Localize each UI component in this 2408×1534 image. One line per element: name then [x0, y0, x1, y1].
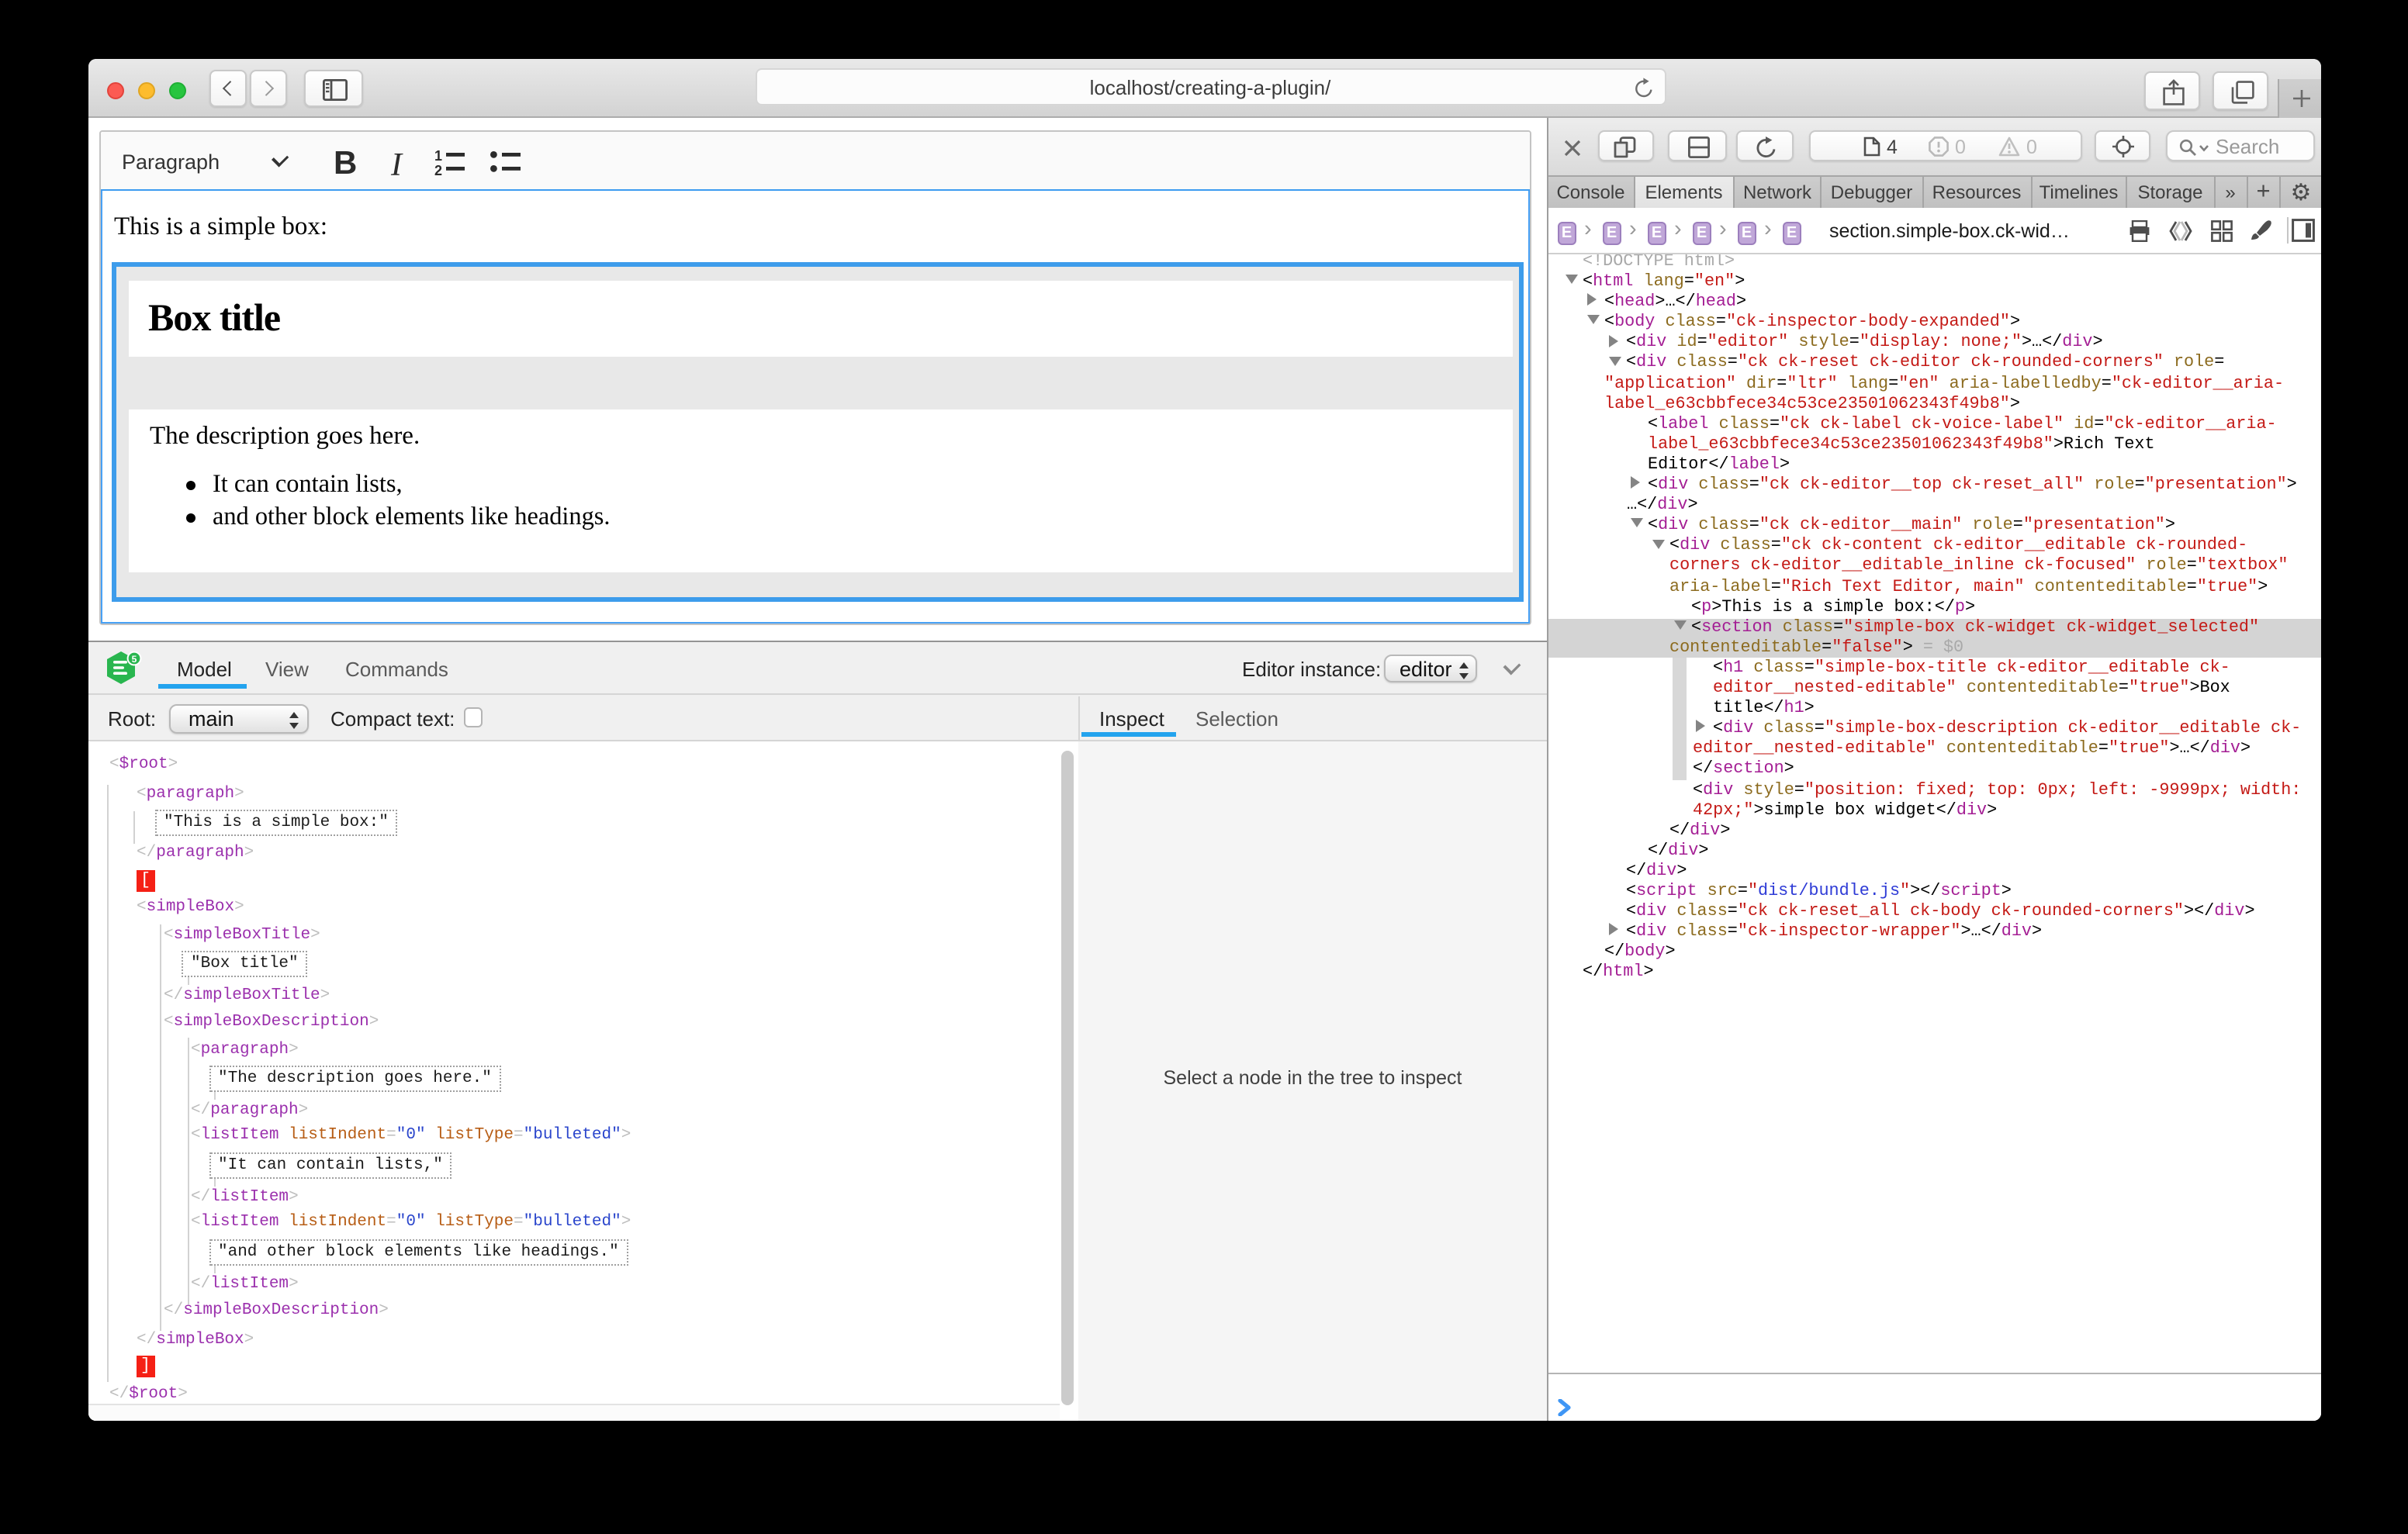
svg-text:1: 1: [434, 149, 442, 164]
svg-text:2: 2: [434, 163, 442, 175]
svg-text:5: 5: [132, 654, 137, 665]
